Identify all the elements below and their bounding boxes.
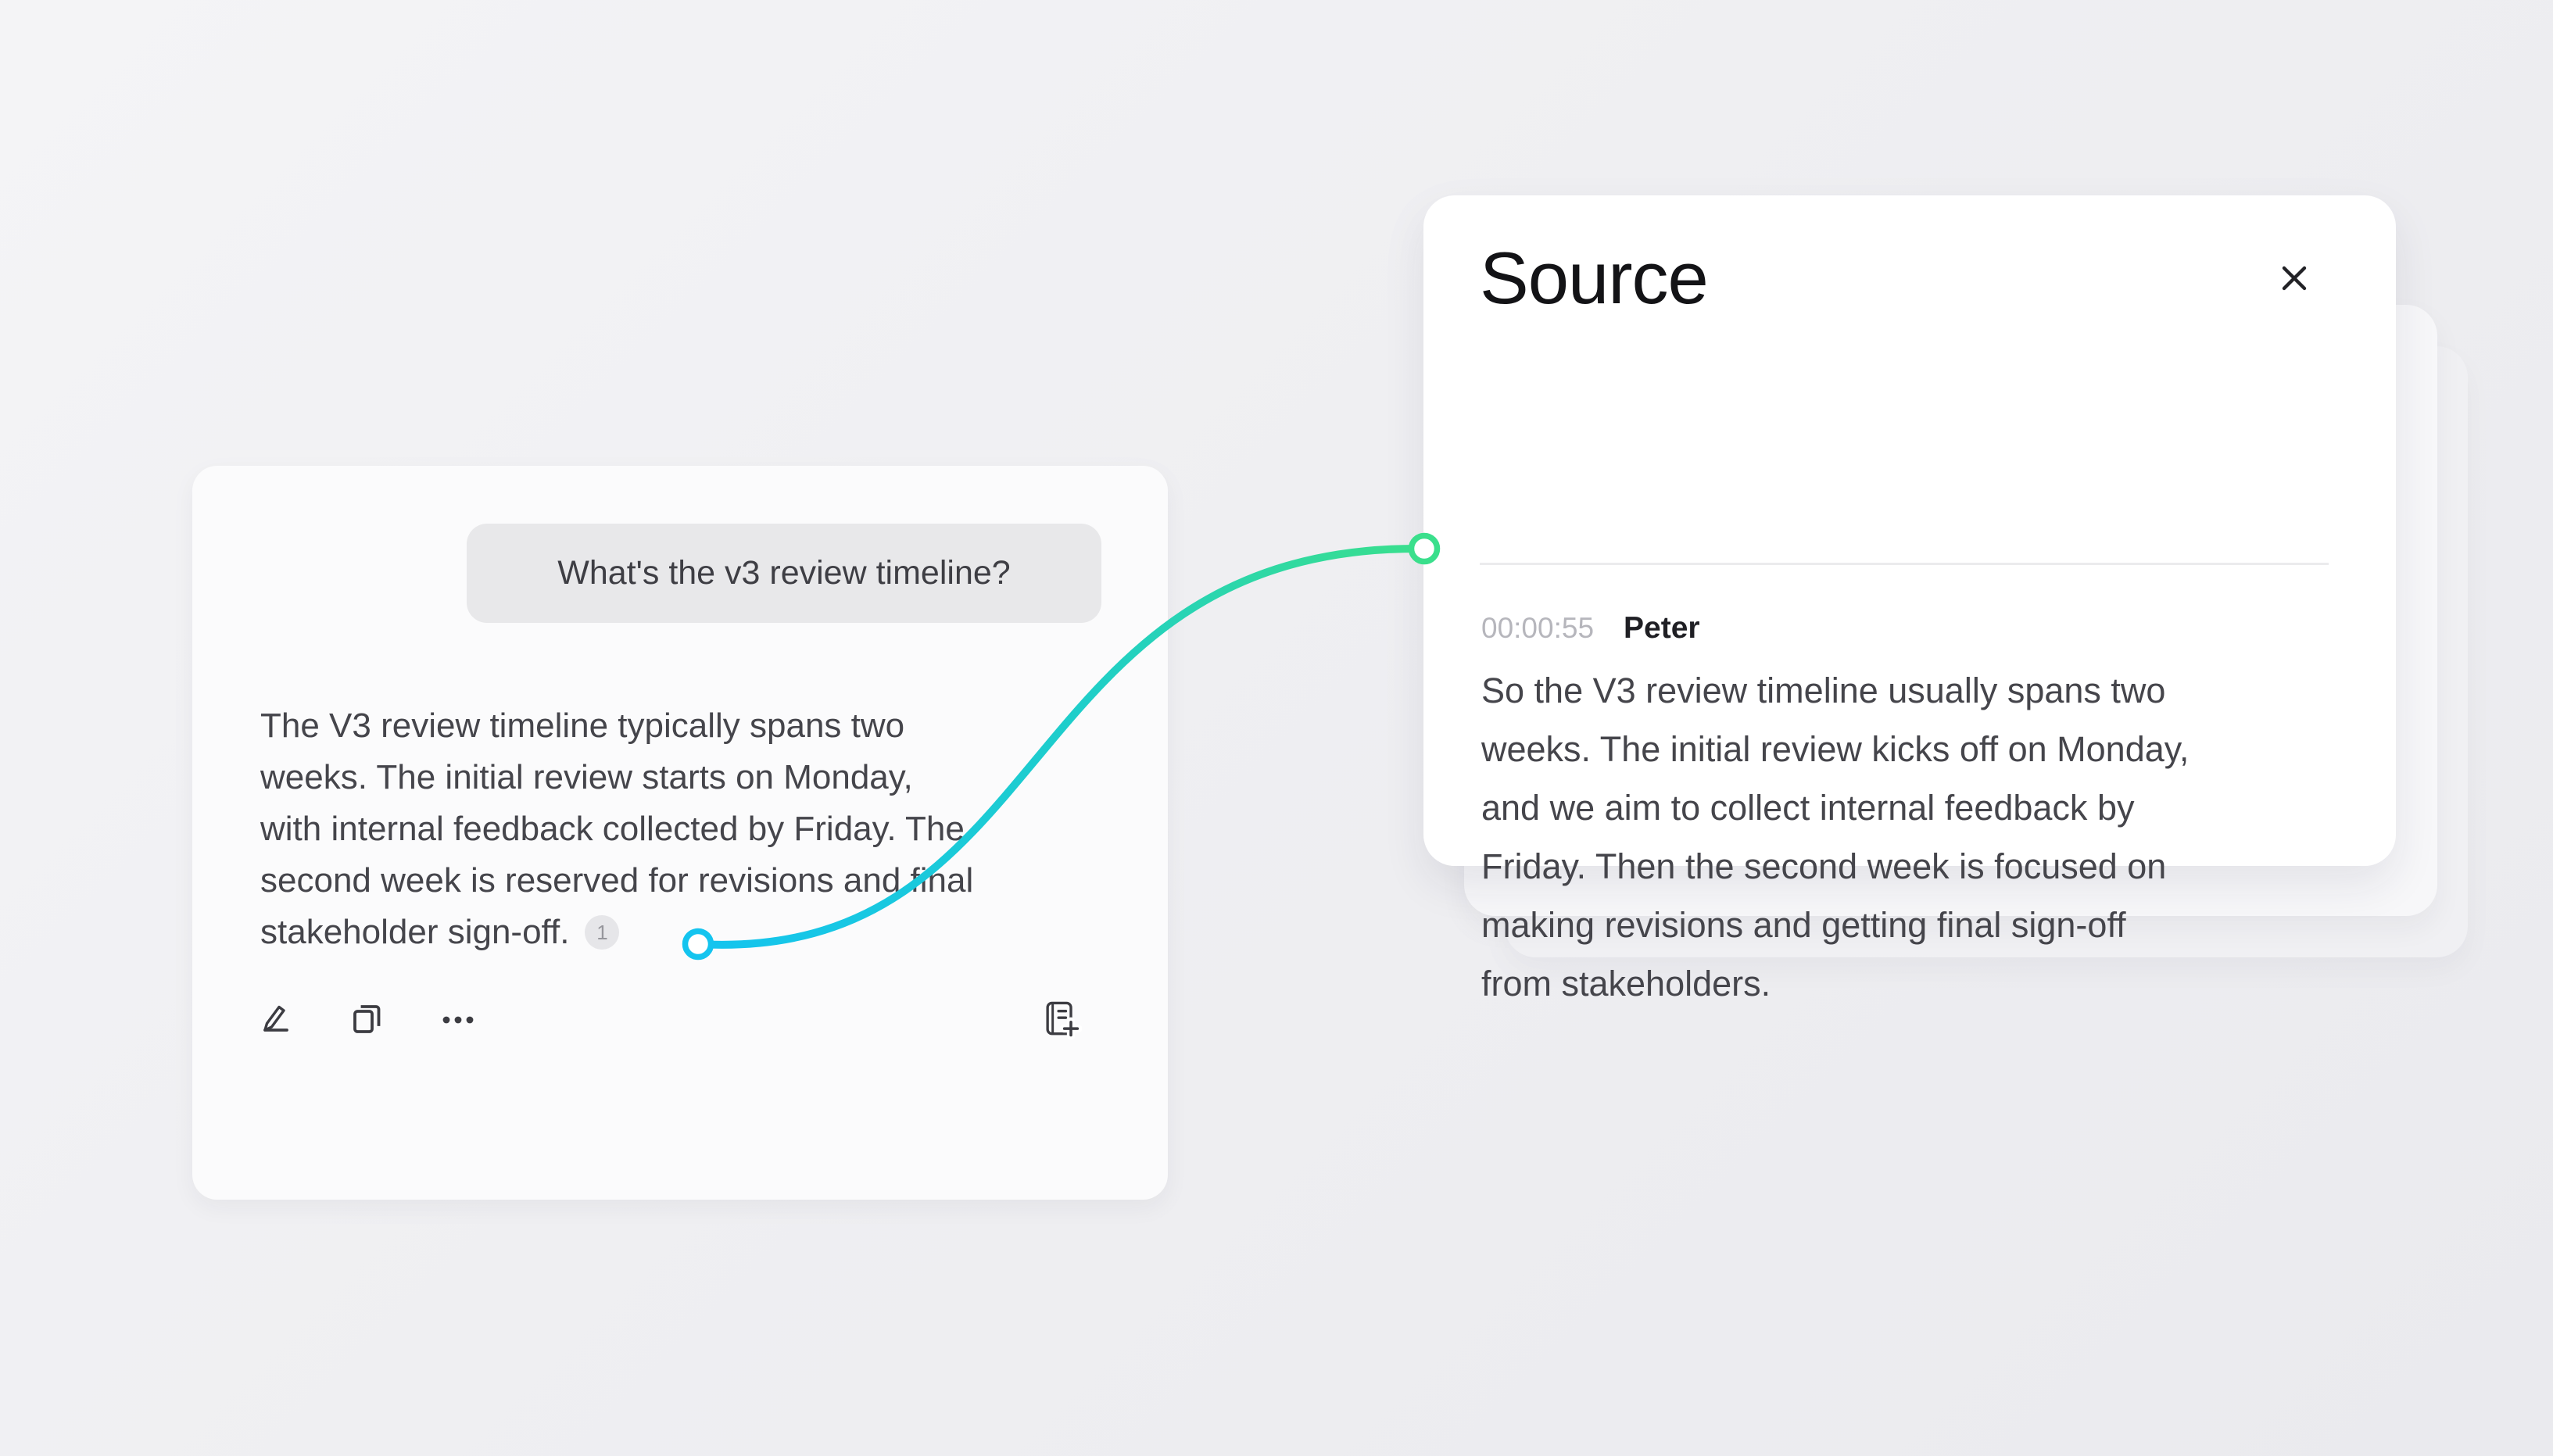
- header-divider: [1480, 563, 2329, 565]
- edit-button[interactable]: [255, 996, 299, 1043]
- speaker-name: Peter: [1624, 611, 1700, 646]
- chat-card: What's the v3 review timeline? The V3 re…: [192, 466, 1168, 1200]
- add-to-note-button[interactable]: [1038, 996, 1082, 1043]
- citation-badge[interactable]: 1: [585, 915, 619, 950]
- message-toolbar: [192, 996, 1168, 1043]
- transcript-meta: 00:00:55 Peter: [1481, 611, 1700, 646]
- ellipsis-icon: [439, 1000, 477, 1038]
- answer-last-line: stakeholder sign-off.: [260, 907, 569, 958]
- copy-icon: [349, 1000, 386, 1038]
- source-panel: Source 00:00:55 Peter So the V3 review t…: [1423, 195, 2396, 866]
- source-header: Source: [1423, 195, 2396, 322]
- question-text: What's the v3 review timeline?: [557, 554, 1010, 592]
- answer-message: The V3 review timeline typically spans t…: [260, 700, 1128, 958]
- pencil-icon: [258, 1000, 295, 1038]
- timestamp[interactable]: 00:00:55: [1481, 612, 1594, 645]
- source-title: Source: [1480, 234, 1708, 322]
- close-button[interactable]: [2271, 255, 2318, 302]
- source-quote: So the V3 review timeline usually spans …: [1481, 661, 2349, 1013]
- close-icon: [2279, 263, 2310, 294]
- note-add-icon: [1038, 996, 1082, 1043]
- copy-button[interactable]: [346, 996, 389, 1043]
- more-button[interactable]: [436, 996, 480, 1043]
- question-bubble: What's the v3 review timeline?: [467, 524, 1101, 623]
- answer-text: The V3 review timeline typically spans t…: [260, 700, 1128, 907]
- page-background: What's the v3 review timeline? The V3 re…: [0, 0, 2553, 1456]
